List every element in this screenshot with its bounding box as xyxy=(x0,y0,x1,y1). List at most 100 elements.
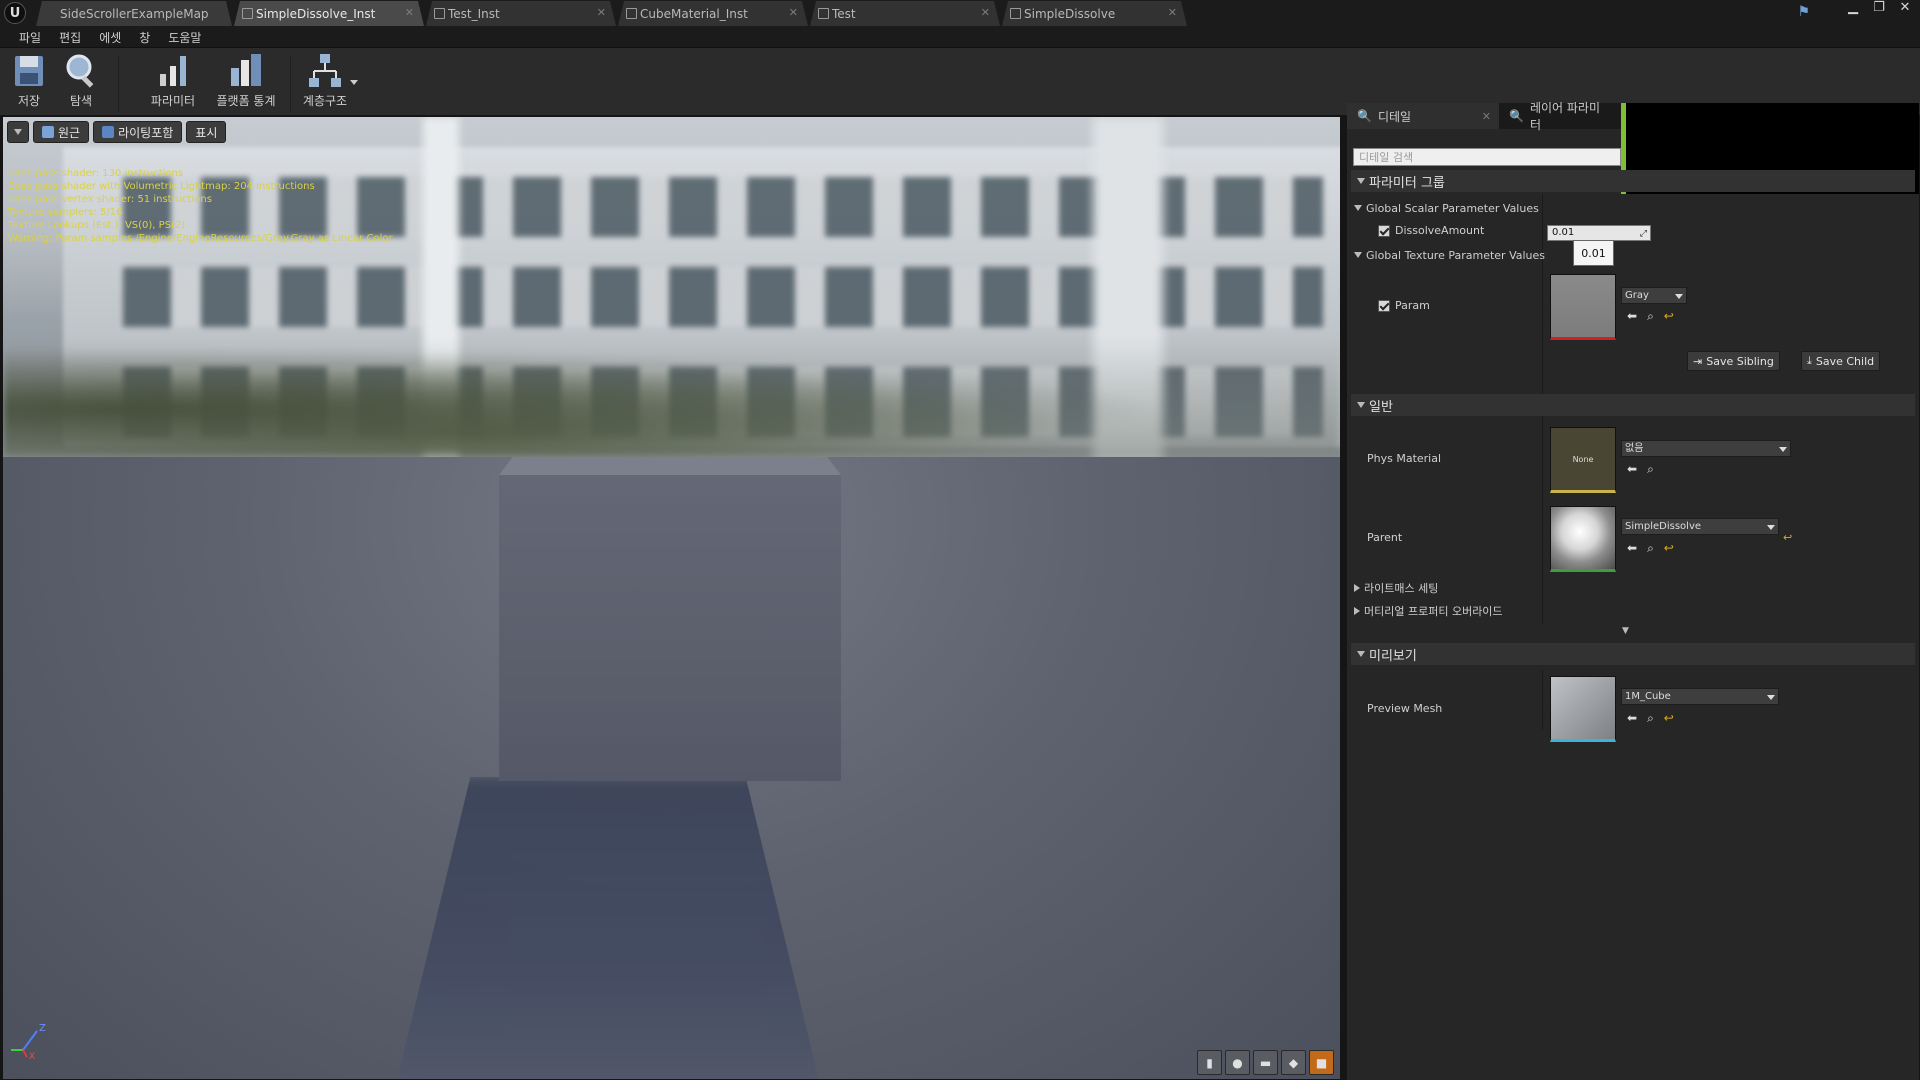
use-selected-icon[interactable]: ⬅ xyxy=(1627,462,1637,477)
category-preview[interactable]: 미리보기 xyxy=(1351,643,1915,665)
preview-cube xyxy=(499,475,841,781)
lighting-mode-label: 라이팅포함 xyxy=(118,125,174,140)
parameters-button[interactable]: 파라미터 xyxy=(148,52,198,109)
details-search xyxy=(1353,148,1621,166)
parent-actions: ⬅ ⌕ ↩ xyxy=(1627,541,1674,556)
group-global-scalar[interactable]: Global Scalar Parameter Values xyxy=(1354,198,1539,218)
group-label: Global Texture Parameter Values xyxy=(1366,248,1546,262)
menu-bar: 파일 편집 에셋 창 도움말 xyxy=(0,27,1920,47)
parent-combo[interactable]: SimpleDissolve xyxy=(1621,518,1779,535)
save-child-label: Save Child xyxy=(1815,354,1875,368)
browse-button[interactable]: 탐색 xyxy=(60,52,102,109)
expand-icon xyxy=(1354,584,1360,592)
param-row: Param xyxy=(1378,299,1430,312)
restore-icon[interactable]: ❐ xyxy=(1872,0,1886,15)
platform-stats-button[interactable]: 플랫폼 통계 xyxy=(210,52,282,109)
close-window-icon[interactable]: ✕ xyxy=(1898,0,1912,15)
show-button[interactable]: 표시 xyxy=(186,121,227,143)
dissolve-amount-input[interactable]: 0.01 ⤢ xyxy=(1547,225,1651,241)
browse-asset-icon[interactable]: ⌕ xyxy=(1647,711,1654,726)
cylinder-preview-button[interactable]: ▮ xyxy=(1197,1050,1222,1075)
browse-asset-icon[interactable]: ⌕ xyxy=(1647,541,1654,556)
feedback-icon[interactable]: ⚑ xyxy=(1797,4,1810,20)
plane-preview-button[interactable]: ▬ xyxy=(1253,1050,1278,1075)
param-checkbox[interactable] xyxy=(1378,299,1390,312)
sphere-preview-button[interactable]: ● xyxy=(1225,1050,1250,1075)
use-selected-icon[interactable]: ⬅ xyxy=(1627,309,1637,324)
preview-mesh-combo[interactable]: 1M_Cube xyxy=(1621,688,1779,705)
dissolve-amount-checkbox[interactable] xyxy=(1378,224,1390,237)
close-icon[interactable]: ✕ xyxy=(597,6,606,19)
close-icon[interactable]: ✕ xyxy=(789,6,798,19)
unreal-logo-icon[interactable]: U xyxy=(4,2,26,24)
param-texture-combo[interactable]: Gray xyxy=(1621,287,1687,304)
tab-sidescroller-map[interactable]: SideScrollerExampleMap xyxy=(36,1,232,26)
category-parameter-groups[interactable]: 파라미터 그룹 xyxy=(1351,170,1915,192)
platform-stats-icon xyxy=(231,54,261,86)
dissolve-amount-value: 0.01 xyxy=(1552,227,1575,238)
browse-asset-icon[interactable]: ⌕ xyxy=(1647,462,1654,477)
reset-icon[interactable]: ↩ xyxy=(1664,541,1674,556)
view-mode-button[interactable]: 원근 xyxy=(33,121,90,143)
tab-label: SimpleDissolve xyxy=(1024,6,1116,21)
tab-test[interactable]: Test ✕ xyxy=(810,1,1000,26)
tab-simpledissolve-inst[interactable]: SimpleDissolve_Inst ✕ xyxy=(234,1,424,26)
group-lightmass[interactable]: 라이트매스 세팅 xyxy=(1354,578,1438,598)
value-tooltip: 0.01 xyxy=(1573,240,1614,266)
shader-stat-line: Texture samplers: 5/16 xyxy=(8,207,123,218)
group-material-override[interactable]: 머티리얼 프로퍼티 오버라이드 xyxy=(1354,601,1503,621)
menu-file[interactable]: 파일 xyxy=(10,27,50,47)
menu-asset[interactable]: 에셋 xyxy=(90,27,130,47)
lighting-mode-button[interactable]: 라이팅포함 xyxy=(93,121,183,143)
preview-cube-top xyxy=(499,457,841,475)
reset-icon[interactable]: ↩ xyxy=(1664,309,1674,324)
tab-simpledissolve[interactable]: SimpleDissolve ✕ xyxy=(1002,1,1187,26)
cube-preview-button[interactable]: ◆ xyxy=(1281,1050,1306,1075)
close-icon[interactable]: ✕ xyxy=(1482,110,1491,123)
save-button[interactable]: 저장 xyxy=(8,52,50,109)
save-sibling-button[interactable]: ⇥ Save Sibling xyxy=(1687,351,1780,371)
title-bar: U SideScrollerExampleMap SimpleDissolve_… xyxy=(0,0,1920,27)
minimize-icon[interactable]: ▁ xyxy=(1846,0,1860,15)
details-search-input[interactable] xyxy=(1354,149,1620,165)
close-icon[interactable]: ✕ xyxy=(405,6,414,19)
material-icon xyxy=(1010,8,1021,19)
shader-stat-line: Base pass vertex shader: 51 instructions xyxy=(8,194,212,205)
category-general[interactable]: 일반 xyxy=(1351,394,1915,416)
axis-gizmo-icon: Z X xyxy=(11,1023,46,1061)
preview-viewport[interactable]: 원근 라이팅포함 표시 Base pass shader: 130 instru… xyxy=(3,117,1340,1079)
param-texture-thumbnail[interactable] xyxy=(1550,274,1616,340)
expand-icon[interactable]: ⤢ xyxy=(1640,227,1647,241)
phys-material-thumbnail[interactable]: None xyxy=(1550,427,1616,493)
parent-material-thumbnail[interactable] xyxy=(1550,506,1616,572)
mesh-preview-button[interactable]: ■ xyxy=(1309,1050,1334,1075)
viewport-options-button[interactable] xyxy=(7,121,29,143)
advanced-expand-icon[interactable]: ▼ xyxy=(1622,626,1629,636)
tab-layer-parameters[interactable]: 🔍 레이어 파라미터 xyxy=(1499,101,1621,132)
tab-label: SideScrollerExampleMap xyxy=(60,6,209,21)
reset-icon[interactable]: ↩ xyxy=(1783,531,1792,544)
reset-icon[interactable]: ↩ xyxy=(1664,711,1674,726)
phys-material-combo[interactable]: 없음 xyxy=(1621,440,1791,457)
hierarchy-button[interactable]: 계층구조 xyxy=(298,52,352,109)
browse-asset-icon[interactable]: ⌕ xyxy=(1647,309,1654,324)
use-selected-icon[interactable]: ⬅ xyxy=(1627,541,1637,556)
expand-icon xyxy=(1354,607,1360,615)
save-child-button[interactable]: ⤓ Save Child xyxy=(1801,351,1881,371)
shader-stat-line: Warning: Param samples /Engine/EngineRes… xyxy=(8,233,395,244)
menu-help[interactable]: 도움말 xyxy=(159,27,210,47)
tab-test-inst[interactable]: Test_Inst ✕ xyxy=(426,1,616,26)
close-icon[interactable]: ✕ xyxy=(1168,6,1177,19)
use-selected-icon[interactable]: ⬅ xyxy=(1627,711,1637,726)
menu-window[interactable]: 창 xyxy=(130,27,159,47)
menu-edit[interactable]: 편집 xyxy=(50,27,90,47)
details-icon: 🔍 xyxy=(1357,109,1372,123)
toolbar-divider xyxy=(118,56,119,112)
tab-details[interactable]: 🔍 디테일 ✕ xyxy=(1347,103,1499,129)
hierarchy-dropdown-icon[interactable] xyxy=(350,80,358,85)
tab-cubematerial-inst[interactable]: CubeMaterial_Inst ✕ xyxy=(618,1,808,26)
chevron-down-icon xyxy=(1675,294,1683,299)
close-icon[interactable]: ✕ xyxy=(981,6,990,19)
group-global-texture[interactable]: Global Texture Parameter Values xyxy=(1354,245,1545,265)
preview-mesh-thumbnail[interactable] xyxy=(1550,676,1616,742)
